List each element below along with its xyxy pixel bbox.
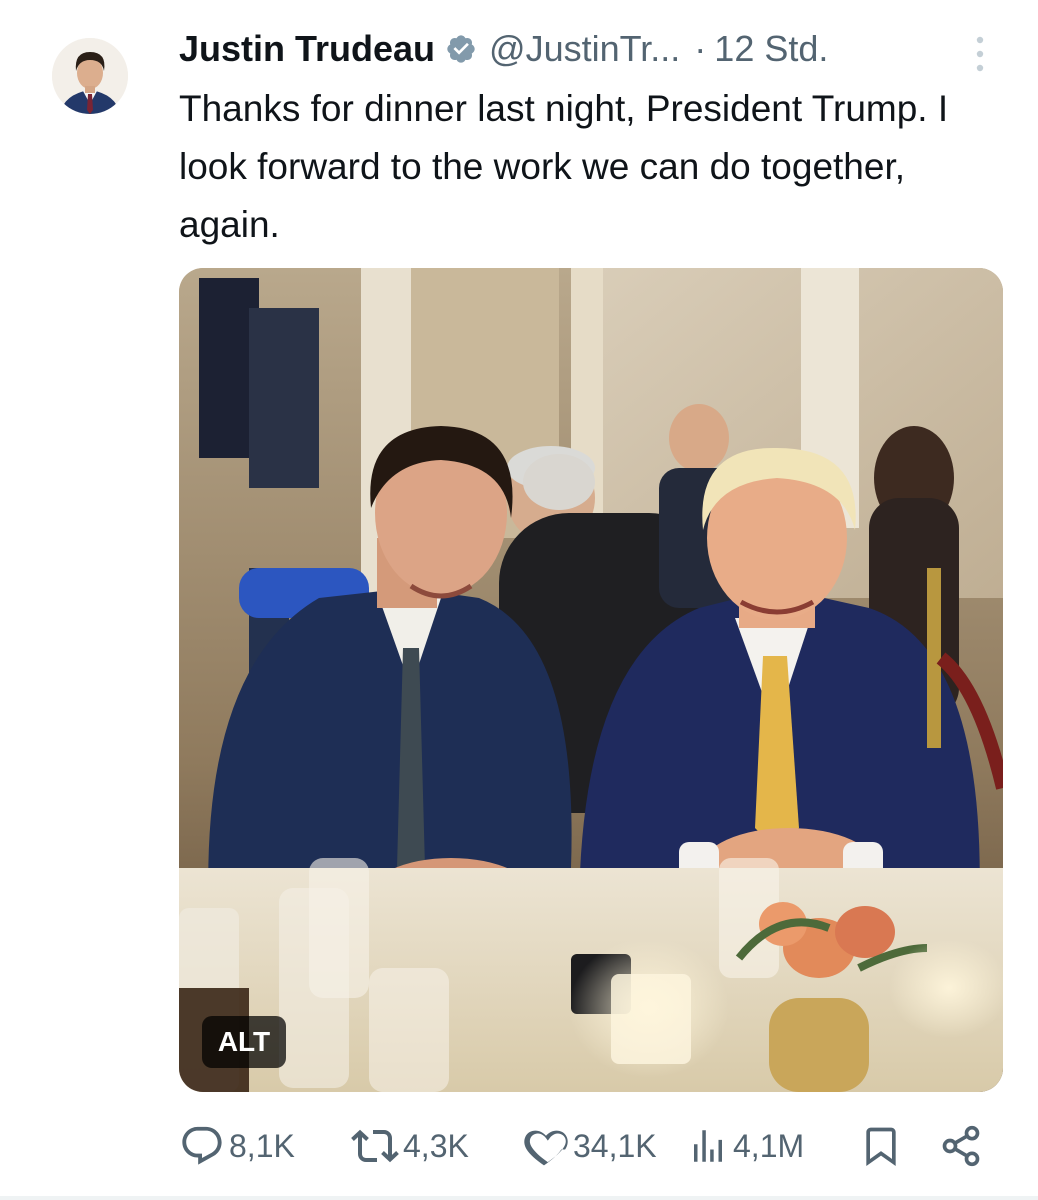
share-button[interactable]: [939, 1118, 983, 1174]
bookmark-icon: [866, 1127, 896, 1167]
like-button[interactable]: 34,1K: [523, 1118, 657, 1174]
tweet-text: Thanks for dinner last night, President …: [179, 88, 949, 245]
repost-arrows-icon: [351, 1129, 399, 1163]
reply-button[interactable]: 8,1K: [179, 1118, 295, 1174]
repost-count: 4,3K: [403, 1127, 469, 1164]
share-icon: [942, 1125, 980, 1167]
tweet-divider: [0, 1196, 1038, 1200]
tweet-actions: 8,1K 4,3K 34,1K 4,1M: [179, 1118, 999, 1174]
like-count: 34,1K: [573, 1127, 657, 1164]
avatar-image: [52, 38, 128, 114]
views-button[interactable]: 4,1M: [687, 1118, 804, 1174]
reply-count: 8,1K: [229, 1127, 295, 1164]
tweet-timestamp[interactable]: 12 Std.: [714, 28, 828, 70]
bar-chart-icon: [694, 1130, 722, 1162]
author-handle[interactable]: @JustinTr...: [489, 28, 680, 70]
tweet-header: Justin Trudeau @JustinTr... · 12 Std.: [179, 24, 978, 74]
repost-button[interactable]: 4,3K: [351, 1118, 469, 1174]
author-avatar[interactable]: [52, 38, 128, 114]
heart-icon: [524, 1130, 568, 1166]
tweet-photo[interactable]: ALT: [179, 268, 1003, 1092]
dinner-photo-image: [179, 268, 1003, 1092]
more-vertical-icon[interactable]: [968, 34, 992, 74]
header-separator: ·: [694, 28, 707, 69]
verified-badge-icon[interactable]: [445, 33, 477, 65]
alt-text-button[interactable]: ALT: [202, 1016, 286, 1068]
view-count: 4,1M: [733, 1127, 805, 1164]
reply-bubble-icon: [182, 1126, 222, 1165]
bookmark-button[interactable]: [859, 1118, 903, 1174]
tweet[interactable]: Justin Trudeau @JustinTr... · 12 Std. Th…: [0, 0, 1038, 1200]
author-name[interactable]: Justin Trudeau: [179, 28, 435, 70]
